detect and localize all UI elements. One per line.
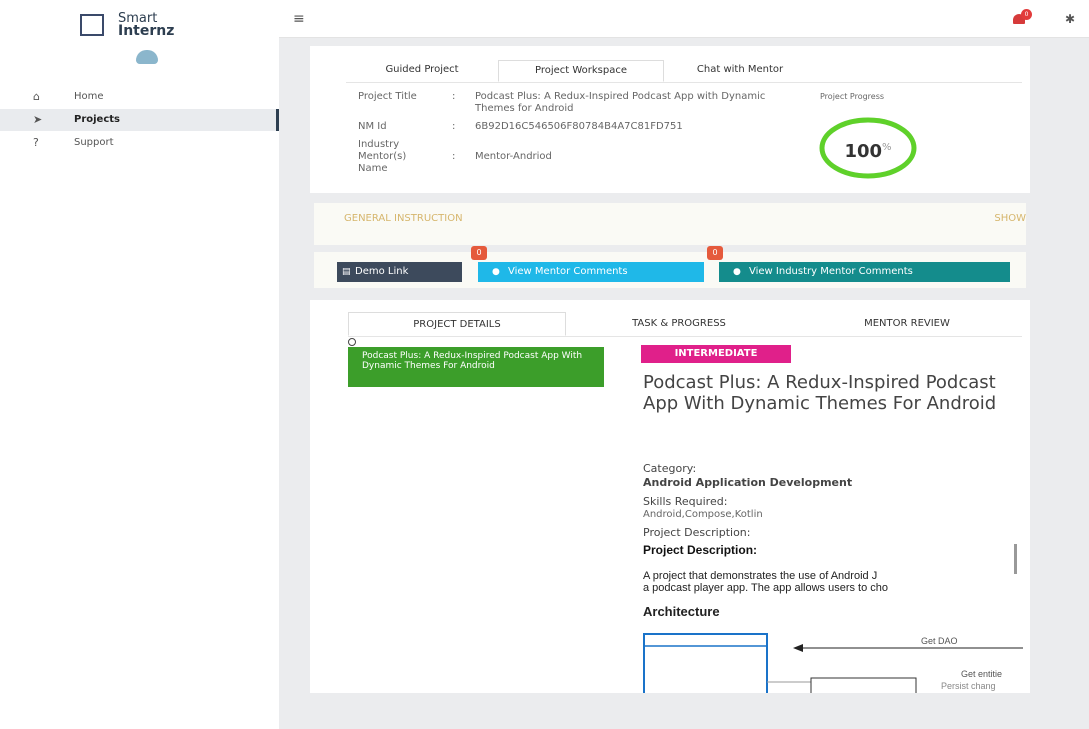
settings-icon[interactable]: ✱ [1065, 12, 1075, 26]
view-mentor-comments-button[interactable]: ● View Mentor Comments [478, 262, 704, 282]
project-title-value: Podcast Plus: A Redux-Inspired Podcast A… [475, 91, 766, 114]
industry-comments-badge: 0 [707, 246, 723, 260]
diagram-label-get-entities: Get entitie [961, 669, 1002, 679]
project-overview-card: Guided Project Project Workspace Chat wi… [310, 46, 1030, 193]
tab-mentor-review[interactable]: MENTOR REVIEW [792, 312, 1022, 336]
skills-value: Android,Compose,Kotlin [643, 509, 763, 520]
tab-task-progress[interactable]: TASK & PROGRESS [566, 312, 792, 336]
description-heading: Project Description: [643, 543, 758, 557]
mentor-label: Industry Mentor(s) Name [358, 139, 407, 174]
notification-bell-icon[interactable]: 0 [1013, 9, 1032, 26]
view-industry-mentor-comments-label: View Industry Mentor Comments [749, 266, 913, 277]
description-label: Project Description: [643, 526, 751, 539]
architecture-diagram: Get DAO Get entitie Persist chang [643, 632, 1023, 693]
comment-icon: ● [492, 267, 500, 277]
diagram-label-get-dao: Get DAO [921, 636, 958, 646]
skills-label: Skills Required: [643, 495, 728, 508]
difficulty-badge: INTERMEDIATE [641, 345, 791, 363]
description-line: A project that demonstrates the use of A… [643, 570, 878, 582]
action-bar: ▤ Demo Link 0 ● View Mentor Comments 0 ● Vi… [314, 246, 1026, 288]
progress-label: Project Progress [820, 92, 885, 101]
progress-ring: 100% [818, 116, 918, 180]
diagram-label-persist: Persist chang [941, 681, 996, 691]
sidebar-item-label: Projects [74, 114, 121, 125]
project-title-label: Project Title [358, 91, 417, 102]
sidebar-item-support[interactable]: ? Support [0, 132, 279, 154]
nm-id-value: 6B92D16C546506F80784B4A7C81FD751 [475, 121, 683, 132]
mentor-value: Mentor-Andriod [475, 151, 552, 162]
brand-logo[interactable]: Smart Internz [80, 12, 230, 42]
document-icon: ▤ [342, 267, 351, 277]
demo-link-label: Demo Link [355, 266, 409, 277]
comment-icon: ● [733, 267, 741, 277]
colon: : [452, 121, 456, 132]
tab-project-workspace[interactable]: Project Workspace [498, 60, 664, 82]
menu-icon[interactable]: ≡ [293, 11, 305, 27]
details-tabs: PROJECT DETAILS TASK & PROGRESS MENTOR R… [348, 312, 1022, 337]
sidebar-item-label: Home [74, 91, 104, 102]
workspace-tabs: Guided Project Project Workspace Chat wi… [346, 60, 1022, 83]
tab-guided-project[interactable]: Guided Project [346, 60, 498, 82]
avatar[interactable] [136, 50, 158, 64]
sidebar-item-label: Support [74, 137, 114, 148]
logo-icon [80, 14, 104, 36]
show-instruction-toggle[interactable]: SHOW [994, 213, 1026, 224]
description-text: A project that demonstrates the use of A… [643, 570, 1023, 594]
colon: : [452, 151, 456, 162]
project-list-item[interactable]: Podcast Plus: A Redux-Inspired Podcast A… [348, 347, 604, 387]
category-label: Category: [643, 462, 697, 475]
brand-line2: Internz [118, 23, 175, 39]
category-value: Android Application Development [643, 476, 853, 489]
sidebar-item-projects[interactable]: ➤ Projects [0, 109, 279, 131]
project-details-card: PROJECT DETAILS TASK & PROGRESS MENTOR R… [310, 300, 1030, 693]
demo-link-button[interactable]: ▤ Demo Link [337, 262, 462, 282]
nm-id-label: NM Id [358, 121, 387, 132]
architecture-diagram-graphic: Get DAO Get entitie Persist chang [643, 633, 1023, 693]
expand-icon[interactable] [348, 338, 356, 346]
tab-chat-with-mentor[interactable]: Chat with Mentor [664, 60, 816, 82]
view-industry-mentor-comments-button[interactable]: ● View Industry Mentor Comments [719, 262, 1010, 282]
progress-unit: % [882, 142, 892, 153]
sidebar: Smart Internz ⌂ Home ➤ Projects ? Suppor… [0, 0, 279, 729]
progress-number: 100 [844, 141, 883, 162]
sidebar-item-home[interactable]: ⌂ Home [0, 86, 279, 108]
mentor-comments-badge: 0 [471, 246, 487, 260]
view-mentor-comments-label: View Mentor Comments [508, 266, 628, 277]
home-icon: ⌂ [33, 90, 40, 103]
notification-badge: 0 [1021, 9, 1032, 20]
general-instruction-title: GENERAL INSTRUCTION [344, 213, 463, 224]
colon: : [452, 91, 456, 102]
architecture-heading: Architecture [643, 604, 720, 619]
top-bar: ≡ 0 ✱ [279, 0, 1089, 38]
general-instruction-panel: GENERAL INSTRUCTION SHOW [314, 203, 1026, 245]
question-icon: ? [33, 136, 39, 149]
description-line: a podcast player app. The app allows use… [643, 582, 889, 594]
tab-project-details[interactable]: PROJECT DETAILS [348, 312, 566, 336]
project-heading: Podcast Plus: A Redux-Inspired Podcast A… [643, 372, 997, 414]
progress-value: 100% [818, 116, 918, 180]
paper-plane-icon: ➤ [33, 113, 43, 126]
